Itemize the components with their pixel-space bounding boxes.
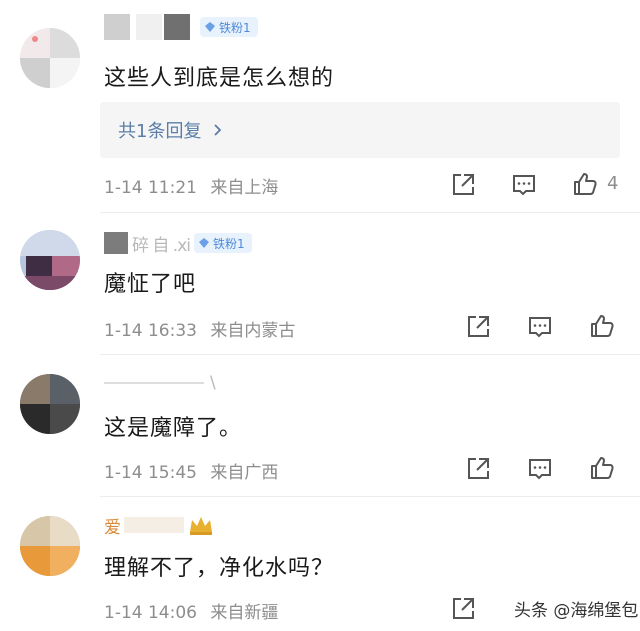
avatar[interactable] xyxy=(20,516,80,576)
timestamp: 1-14 15:45 xyxy=(104,463,197,483)
name-mosaic xyxy=(136,14,162,40)
username-row[interactable]: 爱 xyxy=(104,510,214,540)
like-count: 4 xyxy=(607,173,619,194)
comment-text: 理解不了，净化水吗？ xyxy=(104,556,335,581)
comment-item: 铁粉1 这些人到底是怎么想的 共1条回复 1-14 11:21 来自上海 4 xyxy=(0,0,640,210)
comment-meta: 1-14 11:21 来自上海 xyxy=(104,173,278,198)
comment-text: 这些人到底是怎么想的 xyxy=(104,66,335,91)
diamond-icon xyxy=(199,238,209,248)
fan-badge-label: 铁粉1 xyxy=(213,236,245,251)
fan-badge-label: 铁粉1 xyxy=(219,20,251,35)
comment-meta: 1-14 15:45 来自广西 xyxy=(104,458,278,483)
reply-count-label: 共1条回复 xyxy=(118,121,202,142)
avatar[interactable] xyxy=(20,28,80,88)
fan-badge[interactable]: 铁粉1 xyxy=(200,17,258,37)
share-icon[interactable] xyxy=(465,456,491,482)
timestamp: 1-14 14:06 xyxy=(104,603,197,623)
comment-icon[interactable] xyxy=(527,456,553,482)
username-row[interactable]: 铁粉1 xyxy=(104,12,258,42)
name-fragment: 碎 自 .xi xyxy=(132,235,191,256)
timestamp: 1-14 16:33 xyxy=(104,321,197,341)
share-icon[interactable] xyxy=(465,314,491,340)
comment-meta: 1-14 14:06 来自新疆 xyxy=(104,598,278,623)
watermark: 头条 @海绵堡包 xyxy=(514,596,638,621)
reply-count-button[interactable]: 共1条回复 xyxy=(100,102,620,158)
thumbs-up-icon[interactable] xyxy=(572,171,598,197)
location: 来自内蒙古 xyxy=(210,321,296,341)
comment-item: 碎 自 .xi 铁粉1 魔怔了吧 1-14 16:33 来自内蒙古 xyxy=(0,212,640,354)
comment-icon[interactable] xyxy=(511,172,537,198)
name-mosaic xyxy=(104,382,204,384)
timestamp: 1-14 11:21 xyxy=(104,178,197,198)
name-fragment: \ xyxy=(210,373,216,393)
name-mosaic xyxy=(124,517,184,533)
comment-text: 魔怔了吧 xyxy=(104,272,197,297)
name-mosaic xyxy=(104,14,130,40)
comment-meta: 1-14 16:33 来自内蒙古 xyxy=(104,316,295,341)
location: 来自新疆 xyxy=(210,603,279,623)
username-row[interactable]: \ xyxy=(104,368,216,398)
name-fragment: 爱 xyxy=(104,517,121,538)
watermark-text: 头条 @海绵堡包 xyxy=(514,601,639,621)
comment-item: \ 这是魔障了。 1-14 15:45 来自广西 xyxy=(0,354,640,496)
thumbs-up-icon[interactable] xyxy=(589,455,615,481)
name-mosaic xyxy=(104,232,128,254)
share-icon[interactable] xyxy=(450,596,476,622)
location: 来自广西 xyxy=(210,463,279,483)
avatar[interactable] xyxy=(20,374,80,434)
crown-icon xyxy=(190,517,212,535)
avatar[interactable] xyxy=(20,230,80,290)
location: 来自上海 xyxy=(210,178,279,198)
comment-icon[interactable] xyxy=(527,314,553,340)
comment-text: 这是魔障了。 xyxy=(104,416,243,441)
chevron-right-icon xyxy=(214,124,222,136)
share-icon[interactable] xyxy=(450,172,476,198)
username-row[interactable]: 碎 自 .xi 铁粉1 xyxy=(104,228,252,258)
thumbs-up-icon[interactable] xyxy=(589,313,615,339)
name-mosaic xyxy=(164,14,190,40)
fan-badge[interactable]: 铁粉1 xyxy=(194,233,252,253)
diamond-icon xyxy=(205,22,215,32)
